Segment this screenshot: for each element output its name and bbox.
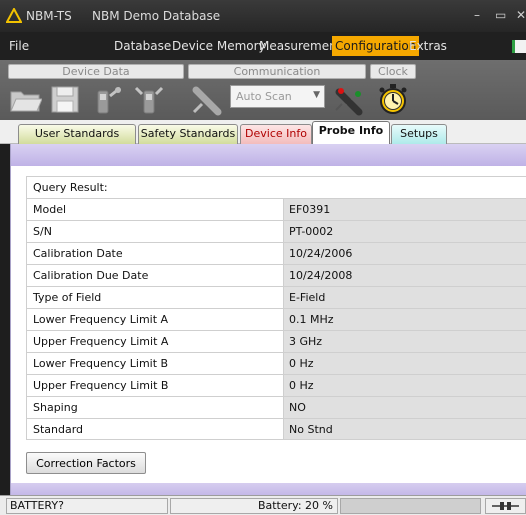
correction-factors-button[interactable]: Correction Factors [26,452,146,474]
row-value[interactable]: EF0391 [284,199,526,220]
row-value[interactable]: 10/24/2006 [284,243,526,264]
battery-level-fill [341,499,480,513]
row-label: Type of Field [27,287,284,308]
table-row: Shaping NO [26,396,526,418]
row-label: Upper Frequency Limit B [27,375,284,396]
menu-file[interactable]: File [6,38,32,55]
row-label: Lower Frequency Limit B [27,353,284,374]
row-label: Calibration Date [27,243,284,264]
write-device-icon[interactable] [132,82,166,116]
tab-safety-standards[interactable]: Safety Standards [138,124,238,144]
table-row: Type of Field E-Field [26,286,526,308]
title-bar: NBM-TS NBM Demo Database – ▭ ✕ [0,0,526,32]
row-value[interactable]: No Stnd [284,419,526,439]
row-label: Shaping [27,397,284,418]
row-value[interactable]: 10/24/2008 [284,265,526,286]
table-row: Lower Frequency Limit A 0.1 MHz [26,308,526,330]
menu-extras[interactable]: Extras [406,38,450,55]
table-row: Standard No Stnd [26,418,526,440]
disconnected-plug-icon[interactable] [190,82,224,116]
row-value[interactable]: 0 Hz [284,353,526,374]
menu-database[interactable]: Database [111,38,174,55]
row-value[interactable]: PT-0002 [284,221,526,242]
row-label: Standard [27,419,284,439]
row-value[interactable]: NO [284,397,526,418]
status-toggle-icon[interactable] [512,40,526,53]
row-label: Model [27,199,284,220]
communication-group-label: Communication [188,64,366,79]
panel-footer-band [10,483,526,495]
save-disk-icon[interactable] [48,82,82,116]
status-bar: BATTERY? Battery: 20 % [0,495,526,515]
restore-icon[interactable]: ▭ [495,8,506,22]
connection-status-icon [485,498,526,514]
query-result-grid: Query Result: Model EF0391 S/N PT-0002 Calib… [26,176,526,440]
row-value[interactable]: E-Field [284,287,526,308]
chevron-down-icon: ▼ [313,90,320,100]
device-data-group-label: Device Data [8,64,184,79]
row-label: Upper Frequency Limit A [27,331,284,352]
stopwatch-icon[interactable] [376,82,410,116]
clock-group-label: Clock [370,64,416,79]
table-row: Upper Frequency Limit A3 GHz [26,330,526,352]
table-row: Lower Frequency Limit B0 Hz [26,352,526,374]
connect-plug-icon[interactable] [332,82,366,116]
menu-device-memory[interactable]: Device Memory [169,38,269,55]
query-result-label: Query Result: [26,176,526,198]
battery-percent-text: Battery: 20 % [170,498,338,514]
plug-connected-icon [492,502,519,510]
row-label: S/N [27,221,284,242]
row-label: Calibration Due Date [27,265,284,286]
read-device-icon[interactable] [90,82,124,116]
table-row: S/N PT-0002 [26,220,526,242]
row-value[interactable]: 3 GHz [284,331,526,352]
battery-level-bar [340,498,481,514]
menu-bar: File Database Device Memory Measurement … [0,32,526,60]
close-icon[interactable]: ✕ [516,8,526,22]
open-folder-icon[interactable] [8,82,42,116]
table-row: Model EF0391 [26,198,526,220]
tab-probe-info[interactable]: Probe Info [312,121,390,144]
row-label: Lower Frequency Limit A [27,309,284,330]
minimize-icon[interactable]: – [474,8,480,22]
panel-header-band [10,144,526,166]
table-row: Calibration Due Date 10/24/2008 [26,264,526,286]
toolbar: Device Data Communication Clock Auto Sca… [0,60,526,120]
row-value[interactable]: 0 Hz [284,375,526,396]
app-name: NBM-TS [26,9,72,23]
tab-user-standards[interactable]: User Standards [18,124,136,144]
probe-info-panel: Query Result: Model EF0391 S/N PT-0002 Calib… [10,166,526,483]
auto-scan-select[interactable]: Auto Scan ▼ [230,85,325,108]
table-row: Upper Frequency Limit B0 Hz [26,374,526,396]
tab-strip: User Standards Safety Standards Device I… [0,120,526,144]
tab-setups[interactable]: Setups [391,124,447,144]
auto-scan-value: Auto Scan [236,90,292,103]
database-name: NBM Demo Database [92,9,221,23]
table-row: Calibration Date 10/24/2006 [26,242,526,264]
battery-state-text: BATTERY? [6,498,168,514]
nbm-logo-icon [6,8,22,23]
tab-device-info[interactable]: Device Info [240,124,312,144]
row-value[interactable]: 0.1 MHz [284,309,526,330]
